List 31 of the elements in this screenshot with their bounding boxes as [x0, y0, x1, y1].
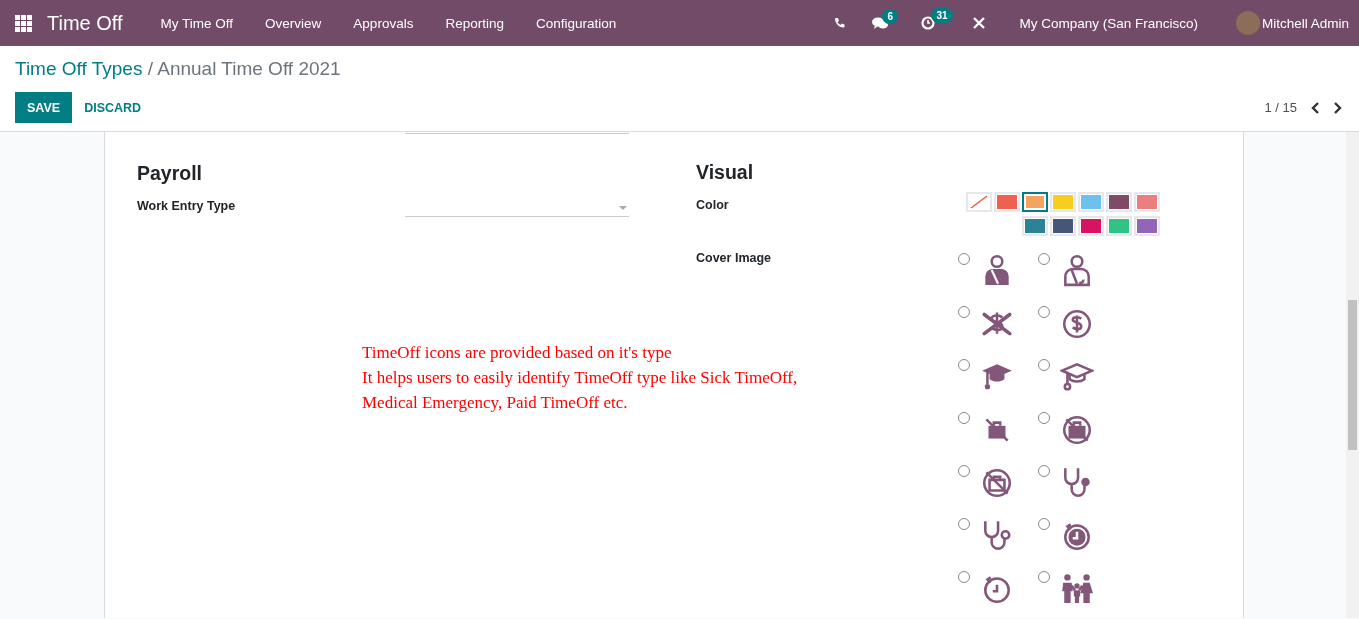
field-label: Cover Image [696, 251, 773, 265]
phone-icon[interactable] [834, 17, 847, 29]
field-label: Color [696, 198, 730, 212]
user-avatar[interactable] [1235, 11, 1260, 35]
menu-item[interactable]: Approvals [337, 15, 430, 31]
apps-menu-icon[interactable] [15, 14, 32, 32]
save-button[interactable]: SAVE [15, 92, 73, 123]
scrollbar[interactable] [1346, 132, 1359, 618]
company-switcher[interactable]: My Company (San Francisco) [1019, 15, 1198, 31]
field-label: Work Entry Type [137, 199, 237, 213]
discard-button[interactable]: DISCARD [72, 92, 154, 123]
previous-icon[interactable] [1311, 101, 1320, 114]
activity-count-badge: 31 [931, 8, 953, 23]
app-title[interactable]: Time Off [47, 11, 123, 35]
annotation-text: TimeOff icons are provided based on it's type It helps users to easily identify TimeOff type like Sick TimeOff, Medical Emergency, Paid TimeOff etc. [362, 342, 798, 414]
section-title: Visual [696, 161, 755, 184]
clock-icon[interactable] [921, 16, 936, 30]
family-icon [1060, 571, 1094, 605]
user-name[interactable]: Mitchell Admin [1261, 15, 1349, 31]
record-title: Annual Time Off 2021 [157, 58, 341, 79]
menu-item[interactable]: Overview [249, 15, 338, 31]
menu-item[interactable]: Configuration [519, 15, 633, 31]
pager-value: 1 / 15 [1264, 100, 1297, 115]
menu-item[interactable]: My Time Off [144, 15, 250, 31]
breadcrumb-link[interactable]: Time Off Types [15, 58, 143, 79]
message-count-badge: 6 [882, 8, 898, 24]
breadcrumb-separator: / [147, 58, 153, 79]
menu-item[interactable]: Reporting [429, 15, 520, 31]
no-color-swatch[interactable] [966, 192, 992, 212]
next-icon[interactable] [1333, 101, 1342, 114]
section-title: Payroll [137, 162, 204, 185]
